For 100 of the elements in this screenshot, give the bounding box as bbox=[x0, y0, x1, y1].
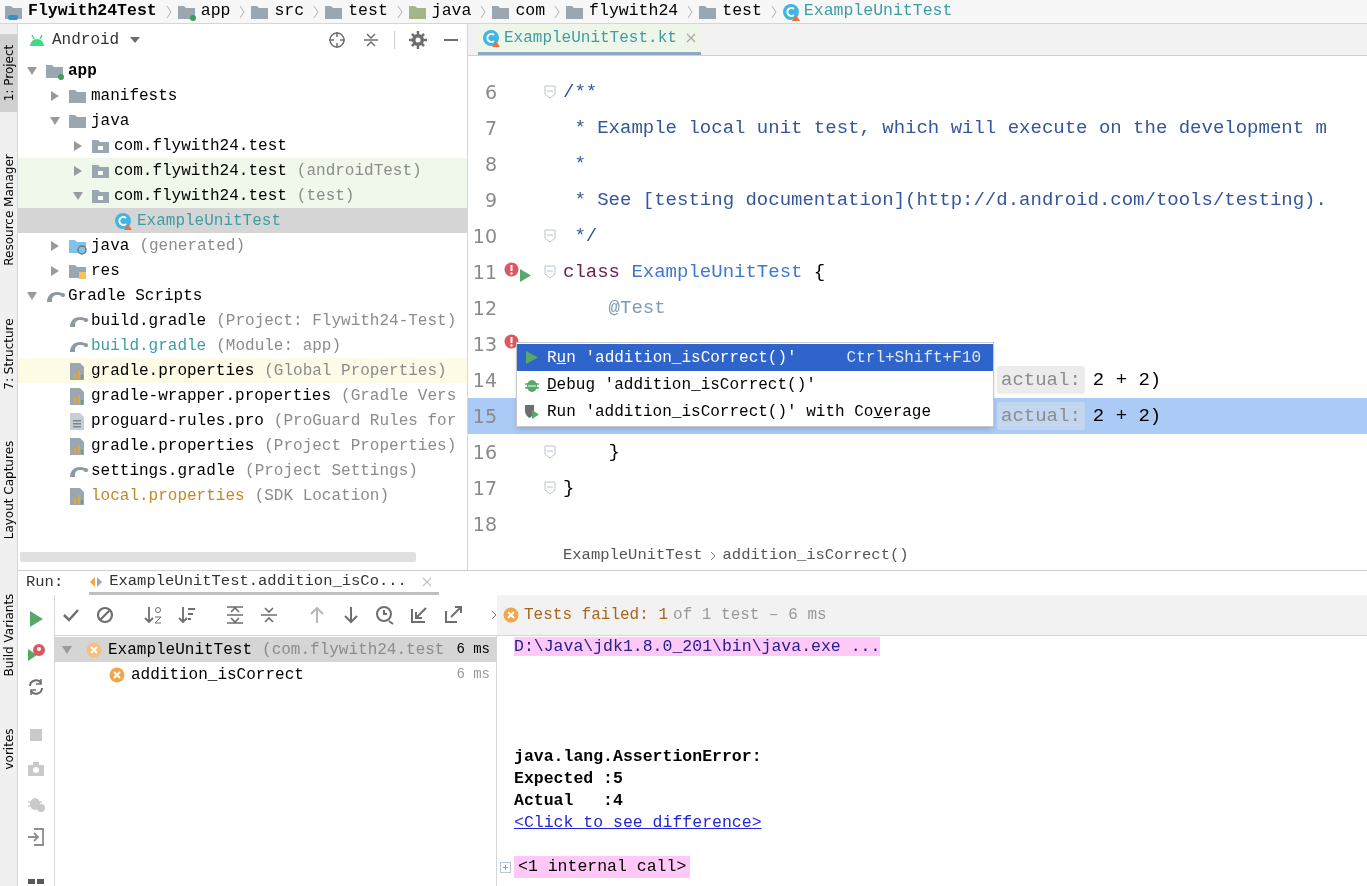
tree-item[interactable]: res bbox=[18, 258, 467, 283]
fold-marker-icon[interactable] bbox=[544, 229, 556, 243]
line-number: 16 bbox=[471, 439, 498, 465]
line-number: 14 bbox=[471, 367, 498, 393]
code-text: 2 + 2) bbox=[1092, 367, 1162, 393]
rerun-failed-icon[interactable] bbox=[26, 643, 46, 663]
expand-arrow-icon[interactable] bbox=[49, 89, 61, 102]
close-icon[interactable] bbox=[420, 575, 433, 588]
tree-item[interactable]: com.flywith24.test (androidTest) bbox=[18, 158, 467, 183]
caret-down-icon[interactable] bbox=[129, 36, 142, 44]
test-method-item[interactable]: addition_isCorrect 6 ms bbox=[55, 662, 496, 687]
breadcrumb-item[interactable]: test bbox=[348, 0, 388, 24]
collapse-arrow-icon[interactable] bbox=[72, 189, 84, 202]
android-icon bbox=[28, 33, 46, 47]
sort-alphabetical-icon[interactable] bbox=[143, 605, 163, 625]
test-class-item[interactable]: ExampleUnitTest (com.flywith24.test 6 ms bbox=[55, 637, 496, 662]
status-text: of 1 test – 6 ms bbox=[673, 605, 827, 626]
arrow-down-icon[interactable] bbox=[341, 605, 361, 625]
breadcrumb-item[interactable]: flywith24 bbox=[589, 0, 679, 24]
tree-item[interactable]: proguard-rules.pro (ProGuard Rules for bbox=[18, 408, 467, 433]
failed-icon bbox=[109, 666, 125, 683]
breadcrumb-item[interactable]: test bbox=[722, 0, 762, 24]
cancel-icon[interactable] bbox=[95, 605, 115, 625]
breadcrumb-item[interactable]: java bbox=[431, 0, 472, 24]
collapse-all-icon[interactable] bbox=[259, 605, 279, 625]
history-icon[interactable] bbox=[375, 605, 395, 625]
menu-item[interactable]: Run 'addition_isCorrect()' Ctrl+Shift+F10 bbox=[517, 344, 993, 371]
fold-marker-icon[interactable] bbox=[544, 445, 556, 459]
tree-item[interactable]: gradle-wrapper.properties (Gradle Vers bbox=[18, 383, 467, 408]
breadcrumb-item[interactable]: src bbox=[274, 0, 305, 24]
tree-item[interactable]: java (generated) bbox=[18, 233, 467, 258]
camera-icon[interactable] bbox=[26, 759, 46, 779]
expand-arrow-icon[interactable] bbox=[49, 264, 61, 277]
tool-window-tab[interactable]: Resource Manager bbox=[0, 142, 17, 278]
tool-window-tab[interactable]: vorites bbox=[0, 719, 17, 779]
scrollbar[interactable] bbox=[20, 552, 416, 562]
toggle-icon[interactable] bbox=[26, 677, 46, 697]
tool-window-tab[interactable]: 1: Project bbox=[0, 34, 17, 112]
tool-window-tab[interactable]: Layout Captures bbox=[0, 429, 17, 551]
line-number: 15 bbox=[471, 403, 498, 429]
line-number: 6 bbox=[483, 79, 498, 105]
run-tab[interactable]: ExampleUnitTest.addition_isCo... bbox=[89, 571, 439, 595]
breadcrumb-item[interactable]: ExampleUnitTest bbox=[563, 544, 703, 568]
expand-all-icon[interactable] bbox=[225, 605, 245, 625]
fold-marker-icon[interactable] bbox=[544, 85, 556, 99]
tree-item[interactable]: app bbox=[18, 58, 467, 83]
tool-window-tab[interactable]: Build Variants bbox=[0, 581, 17, 689]
tree-item[interactable]: gradle.properties (Project Properties) bbox=[18, 433, 467, 458]
breadcrumb-item[interactable]: addition_isCorrect() bbox=[722, 544, 909, 568]
sort-duration-icon[interactable] bbox=[177, 605, 197, 625]
tree-item[interactable]: settings.gradle (Project Settings) bbox=[18, 458, 467, 483]
menu-item[interactable]: Run 'addition_isCorrect()' with Coverage bbox=[517, 398, 993, 425]
collapse-arrow-icon[interactable] bbox=[26, 64, 38, 77]
tree-item[interactable]: build.gradle (Project: Flywith24-Test) bbox=[18, 308, 467, 333]
tree-item[interactable]: gradle.properties (Global Properties) bbox=[18, 358, 467, 383]
tree-item[interactable]: com.flywith24.test (test) bbox=[18, 183, 467, 208]
import-icon[interactable] bbox=[409, 605, 429, 625]
breadcrumb-item[interactable]: com bbox=[515, 0, 546, 24]
tool-window-tab[interactable]: 7: Structure bbox=[0, 308, 17, 399]
settings-icon[interactable] bbox=[409, 31, 427, 49]
code-text: class ExampleUnitTest { bbox=[563, 260, 826, 283]
tree-item[interactable]: com.flywith24.test bbox=[18, 133, 467, 158]
text-file-icon bbox=[68, 410, 86, 431]
code-text: } bbox=[607, 440, 620, 463]
failed-icon bbox=[503, 607, 519, 623]
tree-item[interactable]: manifests bbox=[18, 83, 467, 108]
line-number: 7 bbox=[483, 115, 498, 141]
console-command: D:\Java\jdk1.8.0_201\bin\java.exe ... bbox=[514, 637, 881, 656]
expand-arrow-icon[interactable] bbox=[49, 239, 61, 252]
class-icon bbox=[482, 29, 500, 47]
breadcrumb-item[interactable]: Flywith24Test bbox=[28, 0, 157, 24]
expand-arrow-icon[interactable] bbox=[72, 164, 84, 177]
menu-item[interactable]: Debug 'addition_isCorrect()' bbox=[517, 371, 993, 398]
export-icon[interactable] bbox=[443, 605, 463, 625]
tree-item[interactable]: Gradle Scripts bbox=[18, 283, 467, 308]
collapse-arrow-icon[interactable] bbox=[61, 643, 73, 656]
locate-icon[interactable] bbox=[328, 31, 346, 49]
fold-marker-icon[interactable] bbox=[544, 265, 556, 279]
tree-item[interactable]: java bbox=[18, 108, 467, 133]
chart-file-icon bbox=[68, 385, 86, 406]
line-number: 8 bbox=[483, 151, 498, 177]
folded-calls[interactable]: <1 internal call> bbox=[514, 856, 691, 878]
breadcrumb-item[interactable]: app bbox=[200, 0, 231, 24]
fold-marker-icon[interactable] bbox=[544, 481, 556, 495]
collapse-all-icon[interactable] bbox=[362, 31, 380, 49]
run-icon[interactable] bbox=[520, 269, 531, 282]
code-text: } bbox=[563, 476, 575, 499]
expand-arrow-icon[interactable] bbox=[72, 139, 84, 152]
run-config-icon bbox=[89, 575, 104, 588]
expand-icon[interactable] bbox=[500, 861, 511, 873]
difference-link[interactable]: <Click to see difference> bbox=[514, 813, 762, 832]
collapse-arrow-icon[interactable] bbox=[26, 289, 38, 302]
bug-icon bbox=[525, 377, 539, 392]
panel-title: Run: bbox=[26, 572, 64, 594]
view-selector[interactable]: Android bbox=[52, 28, 120, 52]
close-icon[interactable] bbox=[684, 32, 697, 44]
collapse-arrow-icon[interactable] bbox=[49, 114, 61, 127]
chevron-icon bbox=[395, 3, 404, 20]
console-output: Actual :4 bbox=[514, 790, 623, 812]
exit-icon[interactable] bbox=[26, 827, 46, 847]
